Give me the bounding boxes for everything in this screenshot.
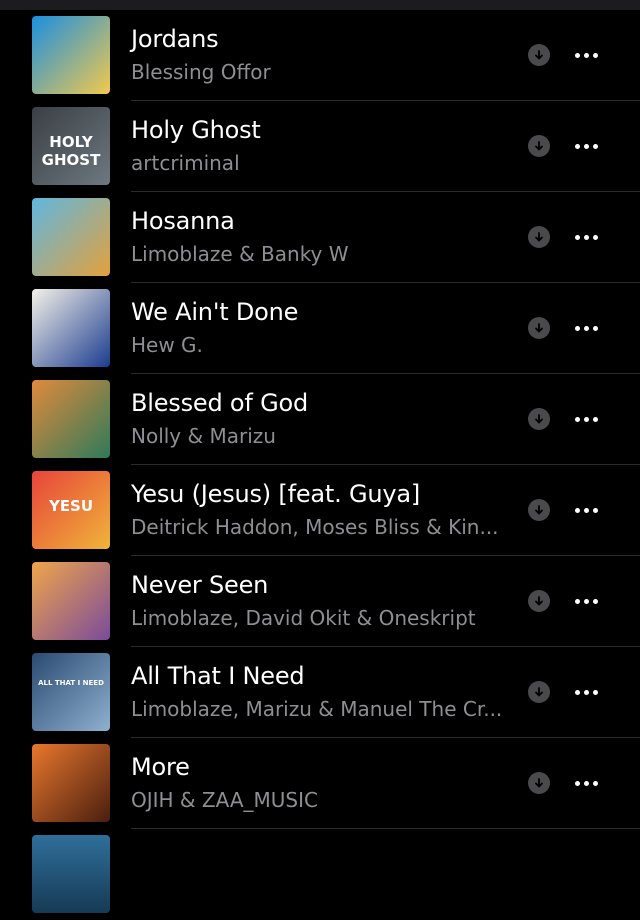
download-icon[interactable] [528,135,550,157]
more-options-button[interactable] [566,313,606,343]
song-title: Blessed of God [131,389,309,417]
song-artist: Limoblaze, Marizu & Manuel The Cr... [131,697,501,721]
song-artist: Nolly & Marizu [131,424,276,448]
song-title: Jordans [131,25,219,53]
album-art-text: ALL THAT I NEED [38,679,104,687]
song-row[interactable]: YESU Yesu (Jesus) [feat. Guya] Deitrick … [0,465,640,556]
download-icon[interactable] [528,44,550,66]
song-row[interactable]: Jordans Blessing Offor [0,10,640,101]
song-artist: Deitrick Haddon, Moses Bliss & Kin... [131,515,499,539]
song-row[interactable]: ALL THAT I NEED All That I Need Limoblaz… [0,647,640,738]
song-row[interactable]: Hosanna Limoblaze & Banky W [0,192,640,283]
download-icon[interactable] [528,226,550,248]
song-artist: artcriminal [131,151,240,175]
song-title: Hosanna [131,207,235,235]
song-row[interactable]: More OJIH & ZAA_MUSIC [0,738,640,829]
song-artist: OJIH & ZAA_MUSIC [131,788,318,812]
album-art [32,835,110,913]
album-art [32,16,110,94]
album-art: HOLY GHOST [32,107,110,185]
more-options-button[interactable] [566,40,606,70]
song-artist: Limoblaze & Banky W [131,242,349,266]
song-row-partial[interactable] [0,829,640,920]
song-artist: Limoblaze, David Okit & Oneskript [131,606,476,630]
more-options-button[interactable] [566,495,606,525]
download-icon[interactable] [528,317,550,339]
download-icon[interactable] [528,772,550,794]
album-art-text: YESU [48,497,94,515]
download-icon[interactable] [528,681,550,703]
album-art: YESU [32,471,110,549]
song-title: All That I Need [131,662,305,690]
song-row[interactable]: Never Seen Limoblaze, David Okit & Onesk… [0,556,640,647]
more-options-button[interactable] [566,677,606,707]
more-options-button[interactable] [566,222,606,252]
song-artist: Blessing Offor [131,60,271,84]
top-bar [0,0,640,10]
download-icon[interactable] [528,499,550,521]
song-title: Never Seen [131,571,269,599]
song-artist: Hew G. [131,333,203,357]
song-list: Jordans Blessing Offor HOLY GHOST Holy G… [0,10,640,920]
more-options-button[interactable] [566,404,606,434]
song-title: More [131,753,190,781]
song-row[interactable]: We Ain't Done Hew G. [0,283,640,374]
more-options-button[interactable] [566,586,606,616]
download-icon[interactable] [528,590,550,612]
album-art: ALL THAT I NEED [32,653,110,731]
album-art [32,380,110,458]
song-title: Yesu (Jesus) [feat. Guya] [131,480,421,508]
more-options-button[interactable] [566,131,606,161]
download-icon[interactable] [528,408,550,430]
song-title: We Ain't Done [131,298,299,326]
album-art-text: HOLY GHOST [41,133,101,169]
song-row[interactable]: Blessed of God Nolly & Marizu [0,374,640,465]
song-row[interactable]: HOLY GHOST Holy Ghost artcriminal [0,101,640,192]
album-art [32,562,110,640]
song-title: Holy Ghost [131,116,261,144]
album-art [32,744,110,822]
album-art [32,289,110,367]
more-options-button[interactable] [566,768,606,798]
album-art [32,198,110,276]
